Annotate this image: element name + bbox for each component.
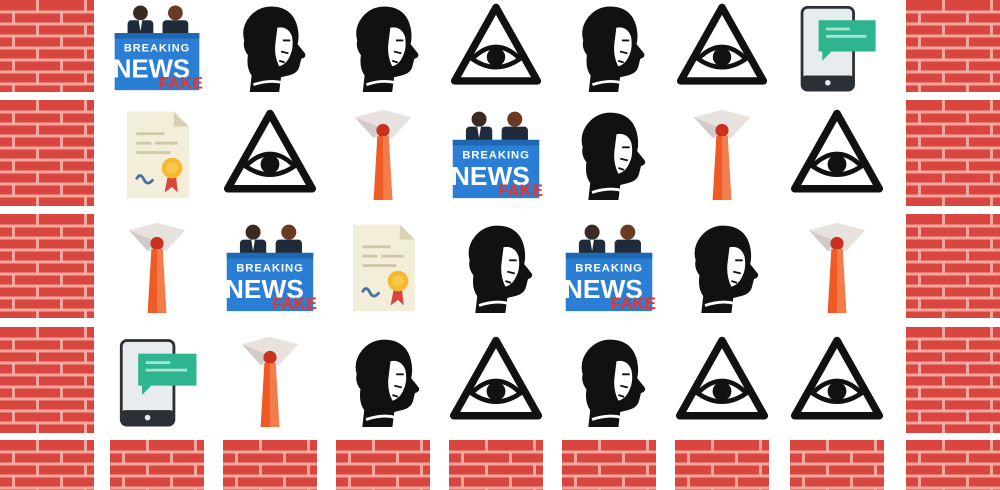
all-seeing-eye-tile[interactable]	[449, 327, 543, 433]
brick-wall-tile	[0, 440, 94, 490]
necktie-icon	[675, 100, 769, 206]
breaking-news-fake-icon: BREAKING NEWS FAKE	[449, 100, 543, 206]
putin-profile-tile[interactable]	[562, 0, 656, 92]
brick-wall-tile	[675, 440, 769, 490]
svg-text:FAKE: FAKE	[498, 181, 543, 200]
brick-wall-tile	[0, 100, 94, 206]
all-seeing-eye-tile[interactable]	[790, 327, 884, 433]
svg-text:FAKE: FAKE	[272, 294, 317, 313]
brick-wall-tile	[562, 440, 656, 490]
svg-text:BREAKING: BREAKING	[124, 43, 190, 55]
necktie-icon	[790, 214, 884, 318]
certificate-document-icon	[110, 100, 204, 206]
necktie-icon	[223, 327, 317, 433]
putin-profile-icon	[675, 214, 769, 318]
all-seeing-eye-icon	[449, 0, 543, 92]
putin-profile-icon	[223, 0, 317, 92]
smartphone-chat-icon	[110, 327, 204, 433]
all-seeing-eye-tile[interactable]	[223, 100, 317, 206]
certificate-document-tile[interactable]	[110, 100, 204, 206]
putin-profile-icon	[562, 0, 656, 92]
breaking-news-fake-tile[interactable]: BREAKING NEWS FAKE	[223, 214, 317, 318]
certificate-document-tile[interactable]	[336, 214, 430, 318]
brick-wall-tile	[906, 214, 1000, 318]
svg-text:BREAKING: BREAKING	[462, 150, 530, 162]
putin-profile-icon	[449, 214, 543, 318]
breaking-news-fake-tile[interactable]: BREAKING NEWS FAKE	[449, 100, 543, 206]
putin-profile-icon	[336, 0, 430, 92]
all-seeing-eye-icon	[223, 100, 317, 206]
smartphone-chat-tile[interactable]	[790, 0, 884, 92]
brick-wall-tile	[449, 440, 543, 490]
all-seeing-eye-tile[interactable]	[790, 100, 884, 206]
smartphone-chat-icon	[790, 0, 884, 92]
breaking-news-fake-tile[interactable]: BREAKING NEWS FAKE	[562, 214, 656, 318]
breaking-news-fake-icon: BREAKING NEWS FAKE	[223, 214, 317, 318]
putin-profile-tile[interactable]	[562, 327, 656, 433]
smartphone-chat-tile[interactable]	[110, 327, 204, 433]
necktie-tile[interactable]	[223, 327, 317, 433]
necktie-icon	[110, 214, 204, 318]
brick-wall-tile	[110, 440, 204, 490]
all-seeing-eye-icon	[790, 100, 884, 206]
necktie-tile[interactable]	[336, 100, 430, 206]
breaking-news-fake-icon: BREAKING NEWS FAKE	[110, 0, 204, 92]
all-seeing-eye-tile[interactable]	[449, 0, 543, 92]
all-seeing-eye-icon	[790, 327, 884, 433]
svg-text:FAKE: FAKE	[159, 73, 203, 92]
brick-wall-tile	[906, 327, 1000, 433]
necktie-tile[interactable]	[790, 214, 884, 318]
brick-wall-tile	[906, 100, 1000, 206]
brick-wall-tile	[0, 327, 94, 433]
putin-profile-icon	[562, 327, 656, 433]
breaking-news-fake-icon: BREAKING NEWS FAKE	[562, 214, 656, 318]
putin-profile-tile[interactable]	[336, 327, 430, 433]
all-seeing-eye-icon	[675, 327, 769, 433]
putin-profile-tile[interactable]	[336, 0, 430, 92]
game-board: BREAKING NEWS FAKE BREAKING NEWS FAKE BR…	[0, 0, 1000, 490]
brick-wall-tile	[790, 440, 884, 490]
putin-profile-tile[interactable]	[223, 0, 317, 92]
breaking-news-fake-tile[interactable]: BREAKING NEWS FAKE	[110, 0, 204, 92]
brick-wall-tile	[906, 0, 1000, 92]
svg-text:FAKE: FAKE	[611, 294, 656, 313]
brick-wall-tile	[906, 440, 1000, 490]
putin-profile-tile[interactable]	[562, 100, 656, 206]
putin-profile-tile[interactable]	[449, 214, 543, 318]
svg-text:BREAKING: BREAKING	[236, 263, 304, 275]
necktie-tile[interactable]	[110, 214, 204, 318]
necktie-tile[interactable]	[675, 100, 769, 206]
putin-profile-icon	[562, 100, 656, 206]
all-seeing-eye-icon	[675, 0, 769, 92]
necktie-icon	[336, 100, 430, 206]
brick-wall-tile	[0, 0, 94, 92]
putin-profile-tile[interactable]	[675, 214, 769, 318]
all-seeing-eye-tile[interactable]	[675, 0, 769, 92]
all-seeing-eye-icon	[449, 327, 543, 433]
putin-profile-icon	[336, 327, 430, 433]
brick-wall-tile	[336, 440, 430, 490]
all-seeing-eye-tile[interactable]	[675, 327, 769, 433]
brick-wall-tile	[0, 214, 94, 318]
certificate-document-icon	[336, 214, 430, 318]
svg-text:BREAKING: BREAKING	[575, 263, 643, 275]
brick-wall-tile	[223, 440, 317, 490]
